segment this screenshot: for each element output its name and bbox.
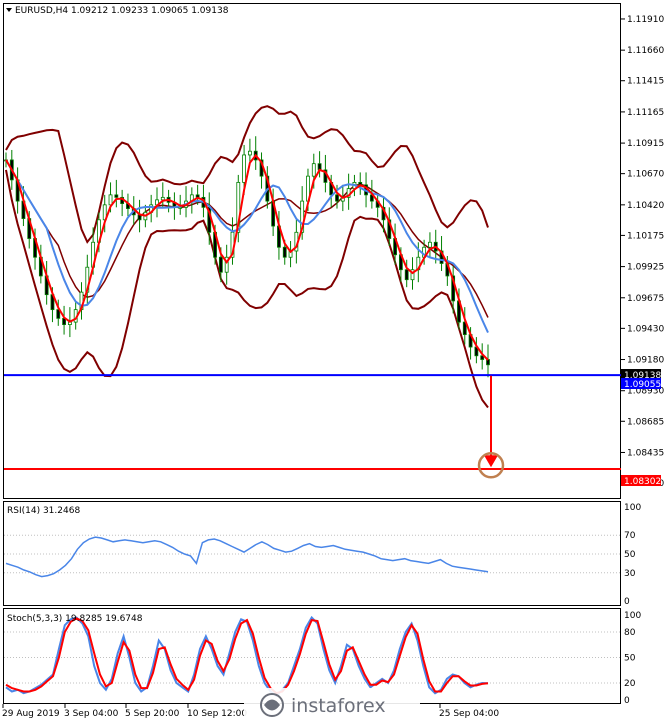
price-axis-label: 1.09675	[627, 294, 664, 304]
price-axis-label: 1.08685	[627, 417, 664, 427]
price-axis-label: 1.08435	[627, 448, 664, 458]
candle-body	[242, 154, 246, 183]
bollinger-middle-band	[5, 159, 489, 318]
price-header-text: EURUSD,H4 1.09212 1.09233 1.09065 1.0913…	[15, 6, 229, 16]
price-axis-label: 1.10670	[627, 170, 664, 180]
level-lines-layer	[4, 374, 621, 479]
stoch-main-line	[5, 615, 489, 698]
symbol-header: EURUSD,H4 1.09212 1.09233 1.09065 1.0913…	[6, 6, 229, 16]
projection-arrowhead-icon	[484, 455, 498, 468]
rsi-layer	[5, 536, 489, 578]
price-axis-label: 1.11165	[627, 108, 664, 118]
candle-body	[114, 194, 119, 198]
stoch-axis-label: 50	[624, 654, 636, 664]
stoch-axis-label: 0	[624, 696, 630, 706]
rsi-axis-label: 100	[624, 503, 641, 513]
target-level-tag-text: 1.08302	[624, 477, 661, 487]
price-axis-label: 1.10915	[627, 139, 664, 149]
candle-body	[428, 241, 432, 248]
dropdown-triangle-icon[interactable]	[6, 8, 12, 12]
candle-body	[404, 269, 409, 281]
time-axis-label: 5 Sep 20:00	[125, 709, 180, 719]
watermark-text: instaforex	[291, 695, 386, 717]
rsi-line	[5, 536, 489, 578]
price-axis-label: 1.10175	[627, 231, 664, 241]
fast-moving-average	[5, 153, 489, 361]
candle-body	[218, 256, 223, 273]
rsi-panel[interactable]	[3, 501, 621, 606]
stoch-axis-label: 20	[624, 679, 636, 689]
price-axis-label: 1.09180	[627, 356, 664, 366]
stoch-header-text: Stoch(5,3,3) 19.8285 19.6748	[7, 614, 143, 624]
price-axis-label: 1.09925	[627, 263, 664, 273]
price-series-layer	[4, 105, 490, 409]
rsi-axis-label: 30	[624, 569, 636, 579]
candle-body	[160, 196, 165, 201]
stoch-axis-label: 80	[624, 628, 636, 638]
time-axis-label: 3 Sep 04:00	[64, 709, 119, 719]
candle-body	[335, 194, 339, 202]
candle-body	[108, 194, 113, 206]
stoch-layer	[5, 615, 489, 698]
trading-chart[interactable]: 1.11910 1.11660 1.11415 1.11165 1.10915 1.106…	[0, 0, 665, 723]
price-axis-label: 1.09430	[627, 324, 664, 334]
rsi-axis-label: 70	[624, 531, 636, 541]
time-axis-label: 29 Aug 2019	[2, 709, 60, 719]
support-level-tag-text: 1.09055	[624, 380, 661, 390]
candle-body	[311, 163, 316, 177]
rsi-axis-label: 0	[624, 597, 630, 607]
price-axis-label: 1.11660	[627, 46, 664, 56]
price-axis-label: 1.10420	[627, 201, 664, 211]
stoch-axis-label: 100	[624, 611, 641, 621]
rsi-header-text: RSI(14) 31.2468	[7, 506, 80, 516]
time-axis-label: 10 Sep 12:00	[187, 709, 247, 719]
price-axis-label: 1.11415	[627, 77, 664, 87]
watermark: instaforex	[244, 688, 420, 723]
target-level-tag: 1.08302	[621, 475, 661, 487]
stoch-signal-line	[5, 617, 489, 695]
bollinger-lower-band	[5, 169, 489, 409]
candle-body	[248, 150, 252, 156]
candle-body	[282, 246, 287, 258]
time-axis-label: 25 Sep 04:00	[439, 709, 499, 719]
slow-moving-average	[5, 159, 489, 334]
price-axis-label: 1.11910	[627, 15, 664, 25]
support-level-tag: 1.09055	[621, 378, 661, 390]
rsi-axis-label: 50	[624, 550, 636, 560]
